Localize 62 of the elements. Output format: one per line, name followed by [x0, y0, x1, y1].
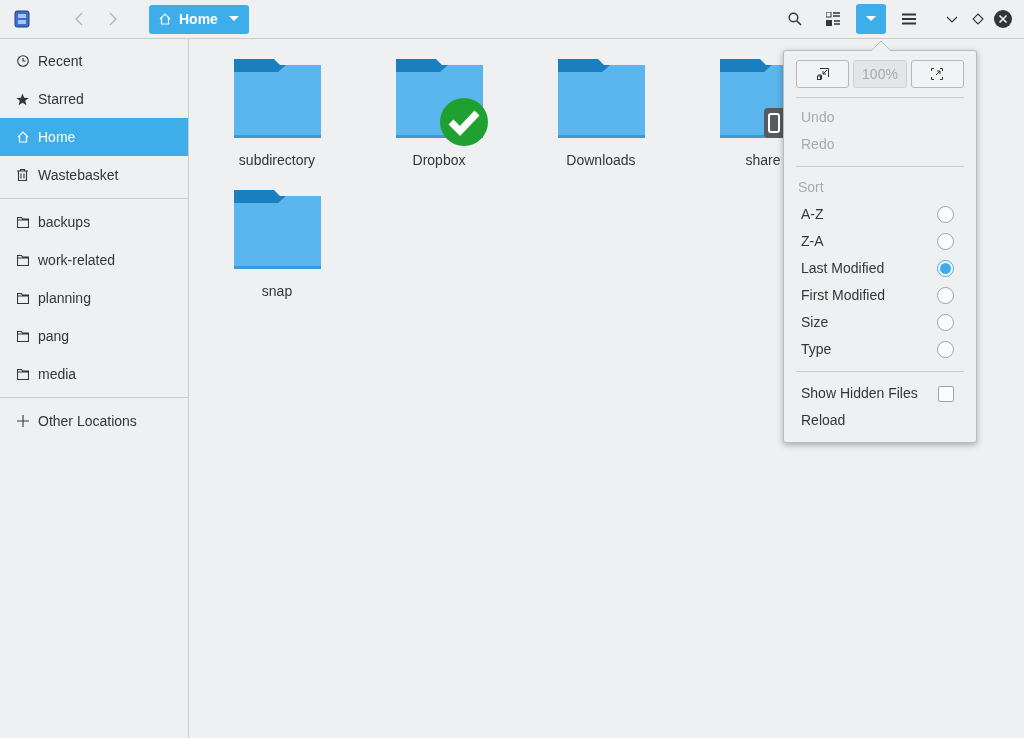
expand-icon [931, 68, 944, 80]
folder-name: Dropbox [412, 151, 466, 170]
zoom-in-button[interactable] [910, 60, 964, 88]
section-heading: Sort [797, 178, 825, 197]
home-icon [16, 131, 29, 143]
sort-option[interactable]: Size [796, 309, 964, 336]
chevron-left-icon [75, 12, 83, 26]
sort-option[interactable]: Type [796, 336, 964, 363]
close-button[interactable] [994, 10, 1012, 28]
folder-name: snap [261, 282, 293, 301]
zoom-out-button[interactable] [796, 60, 850, 88]
folder-icon [16, 216, 29, 228]
clock-icon [16, 55, 29, 67]
checkmark-badge-icon [439, 98, 488, 146]
caret-down-icon [866, 16, 876, 22]
menu-icon [902, 13, 916, 25]
chevron-right-icon [109, 12, 117, 26]
home-icon [159, 13, 171, 25]
radio-button[interactable] [937, 314, 954, 331]
file-cabinet-icon [14, 10, 30, 28]
sidebar-item[interactable]: Recent [0, 42, 188, 80]
folder-icon [233, 59, 321, 138]
folder-icon [16, 368, 29, 380]
menu-item[interactable]: Show Hidden Files [796, 380, 964, 407]
radio-button[interactable] [937, 341, 954, 358]
star-icon [16, 92, 29, 106]
menu-item[interactable]: Reload [796, 407, 964, 434]
folder-icon [16, 330, 29, 342]
plus-icon [16, 415, 29, 427]
sort-option[interactable]: Last Modified [796, 255, 964, 282]
sidebar-item[interactable]: Starred [0, 80, 188, 118]
folder-icon [557, 59, 645, 138]
sidebar-item[interactable]: Other Locations [0, 402, 188, 440]
shrink-icon [816, 68, 829, 80]
folder-name: subdirectory [238, 151, 316, 170]
folder-name: share [745, 151, 781, 170]
list-view-icon [826, 12, 840, 26]
chevron-down-icon [946, 15, 958, 23]
search-icon [788, 12, 802, 26]
folder-icon [233, 190, 321, 269]
folder-icon [16, 254, 29, 266]
sidebar-item[interactable]: planning [0, 279, 188, 317]
folder-name: Downloads [566, 151, 636, 170]
radio-button[interactable] [937, 233, 954, 250]
sort-option[interactable]: First Modified [796, 282, 964, 309]
sidebar-item[interactable]: Wastebasket [0, 156, 188, 194]
diamond-icon [972, 13, 984, 25]
sidebar-item[interactable]: pang [0, 317, 188, 355]
radio-button[interactable] [937, 260, 954, 277]
radio-button[interactable] [937, 206, 954, 223]
radio-button[interactable] [937, 287, 954, 304]
sidebar-item[interactable]: media [0, 355, 188, 393]
dropdown-button[interactable] [856, 4, 886, 34]
folder-icon [16, 292, 29, 304]
sidebar-item[interactable]: backups [0, 203, 188, 241]
close-icon [994, 10, 1012, 28]
sort-option[interactable]: Z-A [796, 228, 964, 255]
trash-icon [17, 169, 28, 181]
caret-down-icon [228, 16, 239, 22]
checkbox[interactable] [938, 385, 954, 402]
sort-option[interactable]: A-Z [796, 201, 964, 228]
sidebar-item[interactable]: work-related [0, 241, 188, 279]
